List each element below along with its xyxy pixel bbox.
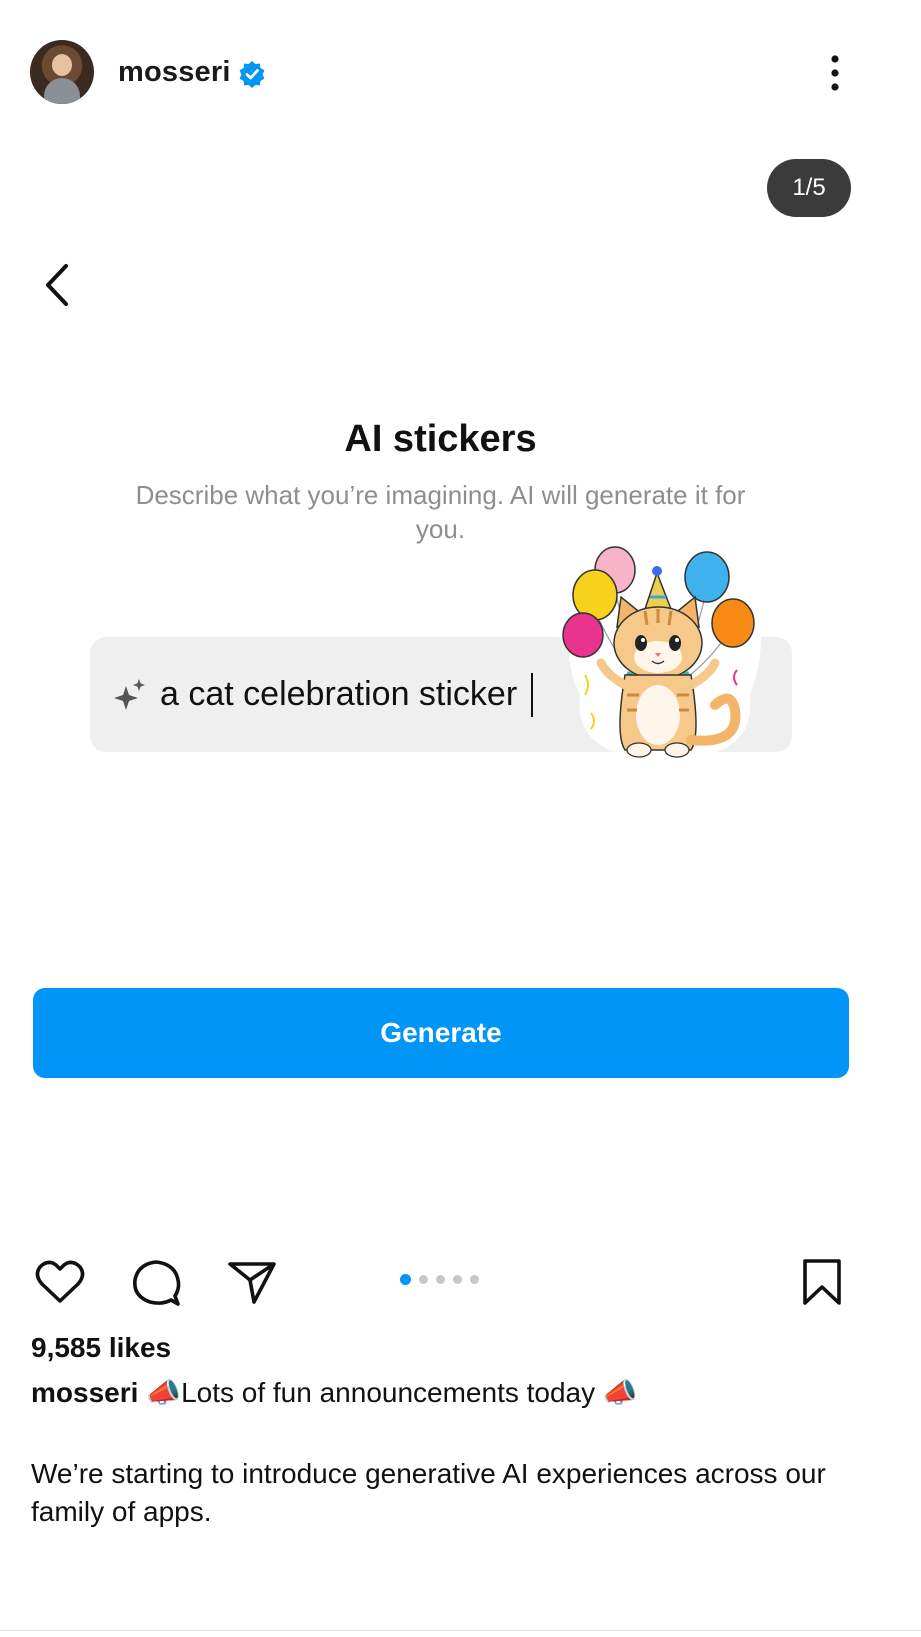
divider	[0, 1630, 921, 1631]
megaphone-icon: 📣	[602, 1377, 638, 1408]
avatar-body	[44, 78, 80, 104]
heart-icon[interactable]	[34, 1256, 86, 1308]
likes-count[interactable]: 9,585 likes	[31, 1332, 171, 1364]
slide-subtitle: Describe what you’re imagining. AI will …	[135, 480, 746, 544]
megaphone-icon: 📣	[146, 1377, 182, 1408]
carousel-dot	[470, 1274, 479, 1284]
sparkle-icon	[114, 679, 145, 710]
caption-body: We’re starting to introduce generative A…	[31, 1458, 826, 1527]
carousel-dots	[400, 1273, 479, 1285]
carousel-dot	[436, 1274, 445, 1284]
cat-with-balloons-sticker	[562, 546, 762, 758]
slide-counter-badge: 1/5	[767, 159, 851, 217]
bookmark-icon[interactable]	[796, 1256, 848, 1308]
carousel-dot	[419, 1274, 428, 1284]
post-username[interactable]: mosseri	[118, 56, 231, 89]
more-vertical-icon[interactable]	[820, 52, 850, 94]
carousel-dot	[453, 1274, 462, 1284]
text-caret	[531, 673, 533, 717]
caption-username[interactable]: mosseri	[31, 1377, 138, 1408]
carousel-dot-active	[400, 1273, 411, 1285]
verified-badge-icon	[239, 61, 265, 88]
caption-text: Lots of fun announcements today	[181, 1377, 596, 1408]
comment-icon[interactable]	[130, 1256, 182, 1308]
slide-title: AI stickers	[344, 418, 537, 460]
chevron-left-icon[interactable]	[38, 260, 78, 310]
avatar[interactable]	[30, 40, 94, 104]
avatar-face	[52, 54, 72, 76]
caption: mosseri 📣Lots of fun announcements today…	[31, 1376, 638, 1409]
generate-button[interactable]: Generate	[33, 988, 849, 1078]
send-icon[interactable]	[226, 1256, 278, 1308]
prompt-text: a cat celebration sticker	[160, 675, 518, 713]
